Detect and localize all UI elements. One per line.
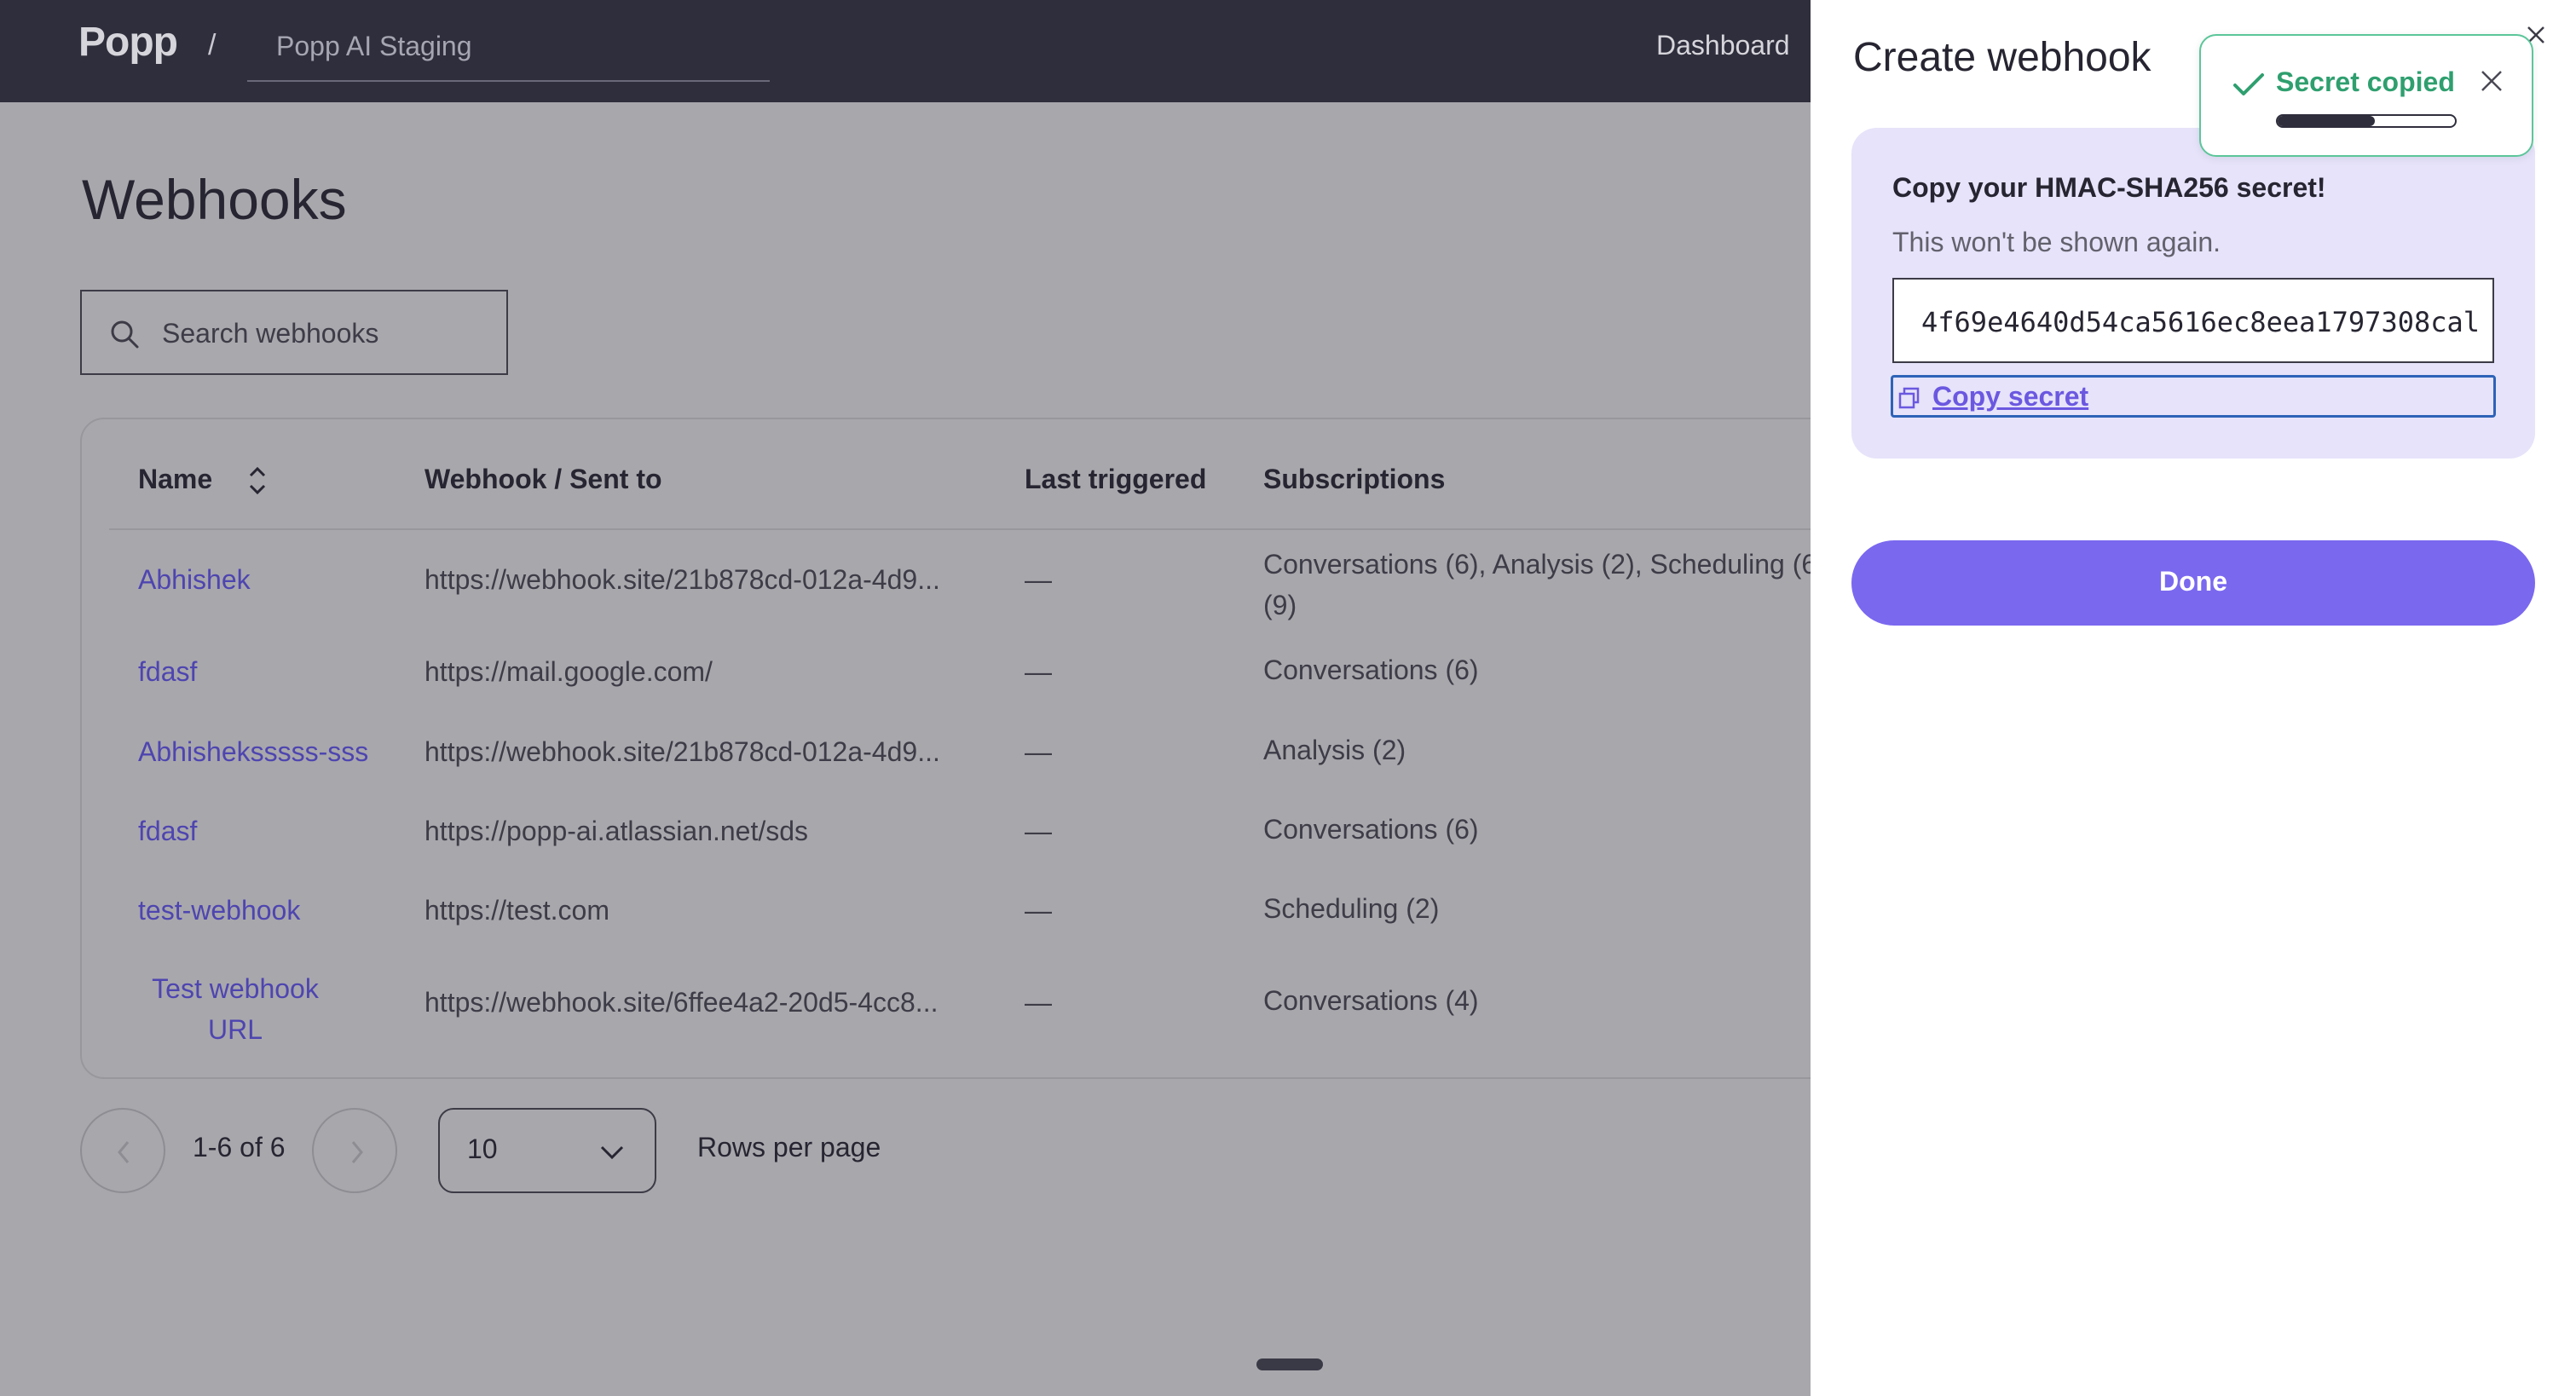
search-input[interactable] bbox=[160, 310, 493, 356]
nav-dashboard-link[interactable]: Dashboard bbox=[1656, 30, 1790, 61]
webhook-url: https://webhook.site/6ffee4a2-20d5-4cc8.… bbox=[425, 987, 939, 1018]
next-page-button[interactable] bbox=[312, 1108, 397, 1193]
organization-name: Popp AI Staging bbox=[276, 31, 472, 61]
subscriptions-line: (9) bbox=[1263, 590, 1297, 620]
breadcrumb-separator: / bbox=[208, 29, 217, 61]
webhook-name-line: Test webhook bbox=[152, 973, 319, 1004]
webhook-url: https://webhook.site/21b878cd-012a-4d9..… bbox=[425, 564, 940, 595]
subscriptions: Conversations (6), Analysis (2), Schedul… bbox=[1263, 544, 1816, 626]
rows-per-page-label: Rows per page bbox=[697, 1132, 881, 1162]
chevron-left-icon bbox=[118, 1141, 130, 1163]
organization-select[interactable]: Popp AI Staging bbox=[247, 17, 770, 82]
last-triggered: — bbox=[1025, 656, 1052, 687]
pagination-range: 1-6 of 6 bbox=[193, 1132, 286, 1162]
done-button[interactable]: Done bbox=[1851, 540, 2535, 626]
search-icon bbox=[111, 320, 139, 349]
toast-progress-bar bbox=[2276, 114, 2457, 128]
webhook-url: https://mail.google.com/ bbox=[425, 656, 713, 687]
logo[interactable]: Popp bbox=[78, 19, 178, 66]
scroll-handle[interactable] bbox=[1256, 1359, 1323, 1370]
close-icon[interactable] bbox=[2479, 68, 2504, 94]
webhook-name-link[interactable]: fdasf bbox=[138, 656, 197, 688]
webhook-url: https://test.com bbox=[425, 895, 609, 926]
subscriptions: Conversations (6) bbox=[1263, 814, 1479, 845]
subscriptions: Conversations (4) bbox=[1263, 985, 1479, 1016]
toast-message: Secret copied bbox=[2276, 66, 2455, 97]
toast-progress-fill bbox=[2278, 116, 2376, 126]
last-triggered: — bbox=[1025, 816, 1052, 846]
webhook-name-link[interactable]: test-webhook bbox=[138, 895, 300, 926]
webhook-name-link[interactable]: Test webhook URL bbox=[138, 968, 332, 1050]
webhook-name-link[interactable]: Abhishek bbox=[138, 564, 251, 596]
rows-per-page-value: 10 bbox=[467, 1134, 498, 1164]
webhook-url: https://popp-ai.atlassian.net/sds bbox=[425, 816, 809, 846]
rows-per-page-select[interactable]: 10 bbox=[438, 1108, 656, 1193]
webhook-name-link[interactable]: Abhisheksssss-sss bbox=[138, 736, 368, 768]
column-header-name[interactable]: Name bbox=[138, 464, 212, 495]
done-label: Done bbox=[2159, 566, 2227, 597]
webhook-url: https://webhook.site/21b878cd-012a-4d9..… bbox=[425, 736, 940, 767]
create-webhook-drawer: Create webhook Copy your HMAC-SHA256 sec… bbox=[1811, 0, 2576, 1396]
subscriptions: Analysis (2) bbox=[1263, 735, 1406, 765]
app-root: Popp / Popp AI Staging Dashboard Webhook… bbox=[0, 0, 2576, 1396]
secret-input[interactable] bbox=[1920, 298, 2482, 346]
chevron-down-icon bbox=[600, 1145, 624, 1160]
sort-icon[interactable] bbox=[245, 464, 269, 498]
secret-card: Copy your HMAC-SHA256 secret! This won't… bbox=[1851, 128, 2535, 459]
copy-secret-label: Copy secret bbox=[1932, 381, 2089, 412]
toast-notification: Secret copied bbox=[2199, 34, 2533, 157]
search-box[interactable] bbox=[80, 290, 508, 375]
subscriptions: Scheduling (2) bbox=[1263, 893, 1440, 924]
page-title: Webhooks bbox=[82, 168, 347, 231]
subscriptions-line: Conversations (6), Analysis (2), Schedul… bbox=[1263, 549, 1817, 580]
webhook-name-line: URL bbox=[207, 1014, 263, 1045]
column-header-last-triggered: Last triggered bbox=[1025, 464, 1207, 494]
check-icon bbox=[2233, 73, 2264, 95]
copy-icon bbox=[1898, 387, 1920, 409]
copy-secret-button[interactable]: Copy secret bbox=[1891, 375, 2496, 418]
secret-heading: Copy your HMAC-SHA256 secret! bbox=[1892, 172, 2326, 203]
header-divider bbox=[109, 528, 1984, 530]
subscriptions: Conversations (6) bbox=[1263, 655, 1479, 685]
chevron-right-icon bbox=[351, 1141, 363, 1163]
secret-subtext: This won't be shown again. bbox=[1892, 227, 2221, 257]
webhook-name-link[interactable]: fdasf bbox=[138, 816, 197, 847]
last-triggered: — bbox=[1025, 736, 1052, 767]
last-triggered: — bbox=[1025, 564, 1052, 595]
column-header-subscriptions: Subscriptions bbox=[1263, 464, 1446, 494]
last-triggered: — bbox=[1025, 987, 1052, 1018]
webhooks-table: Name Webhook / Sent to Last triggered Su… bbox=[80, 418, 1984, 1079]
secret-field[interactable] bbox=[1892, 278, 2494, 363]
drawer-title: Create webhook bbox=[1853, 35, 2151, 80]
column-header-webhook: Webhook / Sent to bbox=[425, 464, 662, 494]
last-triggered: — bbox=[1025, 895, 1052, 926]
previous-page-button[interactable] bbox=[80, 1108, 165, 1193]
